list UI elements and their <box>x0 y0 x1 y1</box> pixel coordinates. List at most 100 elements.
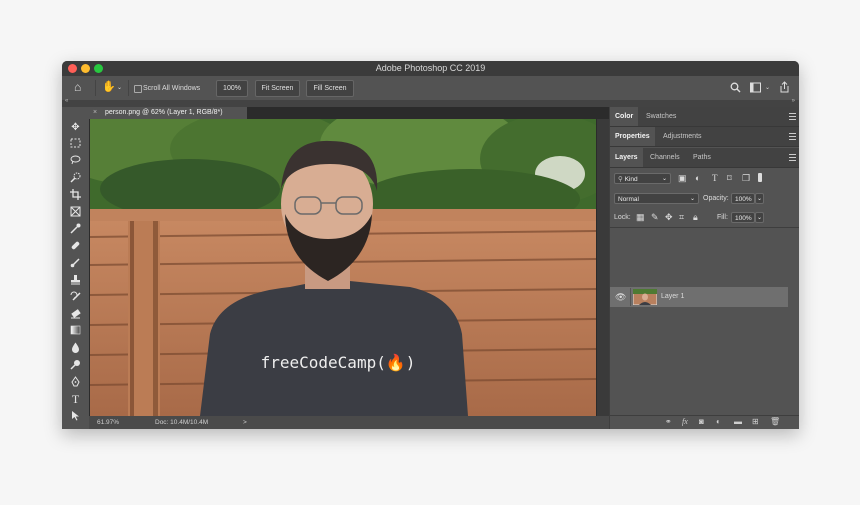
eraser-tool-icon[interactable] <box>69 308 82 321</box>
clone-stamp-tool-icon[interactable] <box>69 274 82 287</box>
opacity-dropdown[interactable]: ⌄ <box>755 193 764 204</box>
marquee-tool-icon[interactable] <box>69 138 82 151</box>
layer-name[interactable]: Layer 1 <box>661 293 684 300</box>
lasso-tool-icon[interactable] <box>69 155 82 168</box>
tab-color[interactable]: Color <box>610 107 639 126</box>
zoom-100-button[interactable]: 100% <box>216 80 248 97</box>
lock-position-icon[interactable]: ✥ <box>665 212 673 223</box>
path-selection-tool-icon[interactable] <box>69 410 82 423</box>
lock-transparent-pixels-icon[interactable]: ▦ <box>636 212 645 223</box>
collapse-right-icon[interactable]: » <box>792 98 795 104</box>
panel-menu-icon[interactable] <box>789 113 796 120</box>
share-icon[interactable] <box>779 81 790 96</box>
chevron-down-icon[interactable]: ⌄ <box>765 84 770 91</box>
vertical-scrollbar[interactable] <box>597 119 609 416</box>
smart-object-filter-icon[interactable]: ❐ <box>742 173 750 184</box>
tools-panel: ✥ T <box>62 107 89 429</box>
type-layer-filter-icon[interactable]: T <box>712 173 718 184</box>
hand-tool-icon[interactable]: ✋ <box>102 82 116 93</box>
fill-screen-button[interactable]: Fill Screen <box>306 80 354 97</box>
fill-label: Fill: <box>717 214 728 221</box>
layers-channels-paths-tabs: Layers Channels Paths <box>610 148 799 168</box>
lock-label: Lock: <box>614 214 631 221</box>
minimize-window-button[interactable] <box>81 64 90 73</box>
status-menu-arrow[interactable]: > <box>243 416 247 429</box>
fill-dropdown[interactable]: ⌄ <box>755 212 764 223</box>
move-tool-icon[interactable]: ✥ <box>69 121 82 134</box>
tab-paths[interactable]: Paths <box>688 148 716 167</box>
status-doc-size: Doc: 10.4M/10.4M <box>155 419 209 426</box>
fill-input[interactable]: 100% <box>731 212 755 223</box>
tab-properties[interactable]: Properties <box>610 127 655 146</box>
new-group-icon[interactable]: ▬ <box>734 418 742 426</box>
panel-menu-icon[interactable] <box>789 133 796 140</box>
scroll-all-windows-label: Scroll All Windows <box>143 85 201 92</box>
healing-brush-tool-icon[interactable] <box>69 240 82 253</box>
eyedropper-tool-icon[interactable] <box>69 223 82 236</box>
photoshop-window: Adobe Photoshop CC 2019 ⌂ ✋ ⌄ Scroll All… <box>62 61 799 429</box>
kind-filter-label: Kind <box>624 176 638 183</box>
tab-layers[interactable]: Layers <box>610 148 643 167</box>
type-tool-icon[interactable]: T <box>69 393 82 406</box>
chevron-down-icon: ⌄ <box>689 196 695 202</box>
fit-screen-button[interactable]: Fit Screen <box>255 80 300 97</box>
lock-image-pixels-icon[interactable]: ✎ <box>651 212 659 223</box>
add-mask-icon[interactable]: ◙ <box>699 418 704 426</box>
opacity-input[interactable]: 100% <box>731 193 755 204</box>
frame-tool-icon[interactable] <box>69 206 82 219</box>
visibility-eye-icon[interactable]: 👁︎ <box>615 292 626 303</box>
document-tab-title: person.png @ 62% (Layer 1, RGB/8*) <box>105 109 223 116</box>
gradient-tool-icon[interactable] <box>69 325 82 338</box>
link-layers-icon[interactable]: ⚭ <box>665 418 672 426</box>
tab-swatches[interactable]: Swatches <box>641 107 681 126</box>
options-bar: ⌂ ✋ ⌄ Scroll All Windows 100% Fit Screen… <box>62 76 799 101</box>
new-layer-icon[interactable]: ⊞ <box>752 418 759 426</box>
divider <box>128 80 129 96</box>
collapse-left-icon[interactable]: « <box>65 98 68 104</box>
lock-artboard-icon[interactable]: ⌗ <box>679 212 684 223</box>
image-canvas[interactable]: freeCodeCamp(🔥) <box>90 119 596 416</box>
properties-adjustments-tabs: Properties Adjustments <box>610 127 799 147</box>
window-title: Adobe Photoshop CC 2019 <box>375 63 486 73</box>
tab-channels[interactable]: Channels <box>645 148 685 167</box>
adjustment-layer-filter-icon[interactable]: ◐ <box>695 173 700 184</box>
close-tab-icon[interactable]: × <box>93 107 97 119</box>
close-window-button[interactable] <box>68 64 77 73</box>
scroll-all-windows-checkbox[interactable] <box>134 85 142 93</box>
status-bar: 61.97% Doc: 10.4M/10.4M > <box>89 416 609 429</box>
layers-bottom-bar: ⚭ fx ◙ ◐ ▬ ⊞ 🗑︎ <box>610 415 799 429</box>
zoom-window-button[interactable] <box>94 64 103 73</box>
adjustment-layer-icon[interactable]: ◐ <box>716 418 721 426</box>
blend-mode-value: Normal <box>618 196 639 203</box>
home-icon[interactable]: ⌂ <box>74 81 81 93</box>
trash-icon[interactable]: 🗑︎ <box>770 418 780 426</box>
kind-filter-select[interactable]: ⚲ Kind ⌄ <box>614 173 671 184</box>
history-brush-tool-icon[interactable] <box>69 291 82 304</box>
title-bar: Adobe Photoshop CC 2019 <box>62 61 799 76</box>
fx-icon[interactable]: fx <box>682 418 688 426</box>
lock-all-icon[interactable]: 🔒︎ <box>693 212 698 223</box>
status-zoom[interactable]: 61.97% <box>97 416 119 429</box>
shape-layer-filter-icon[interactable]: ⌑ <box>727 173 732 184</box>
search-icon: ⚲ <box>618 176 625 183</box>
pixel-layer-filter-icon[interactable]: ▣ <box>678 173 687 184</box>
crop-tool-icon[interactable] <box>69 189 82 202</box>
filter-toggle[interactable] <box>758 173 762 182</box>
layer-row[interactable]: 👁︎ Layer 1 <box>610 287 788 307</box>
pen-tool-icon[interactable] <box>69 376 82 389</box>
document-tab[interactable]: × person.png @ 62% (Layer 1, RGB/8*) <box>89 107 247 119</box>
tab-adjustments[interactable]: Adjustments <box>658 127 707 146</box>
divider <box>630 288 631 306</box>
panel-menu-icon[interactable] <box>789 154 796 161</box>
workspace-icon[interactable] <box>750 82 761 96</box>
chevron-down-icon: ⌄ <box>661 176 667 182</box>
layer-thumbnail <box>633 289 657 305</box>
blend-mode-select[interactable]: Normal ⌄ <box>614 193 699 204</box>
search-icon[interactable] <box>730 82 741 96</box>
blur-tool-icon[interactable] <box>69 342 82 355</box>
quick-selection-tool-icon[interactable] <box>69 172 82 185</box>
brush-tool-icon[interactable] <box>69 257 82 270</box>
right-panels: Color Swatches Properties Adjustments La… <box>609 107 799 429</box>
chevron-down-icon[interactable]: ⌄ <box>117 84 122 91</box>
dodge-tool-icon[interactable] <box>69 359 82 372</box>
